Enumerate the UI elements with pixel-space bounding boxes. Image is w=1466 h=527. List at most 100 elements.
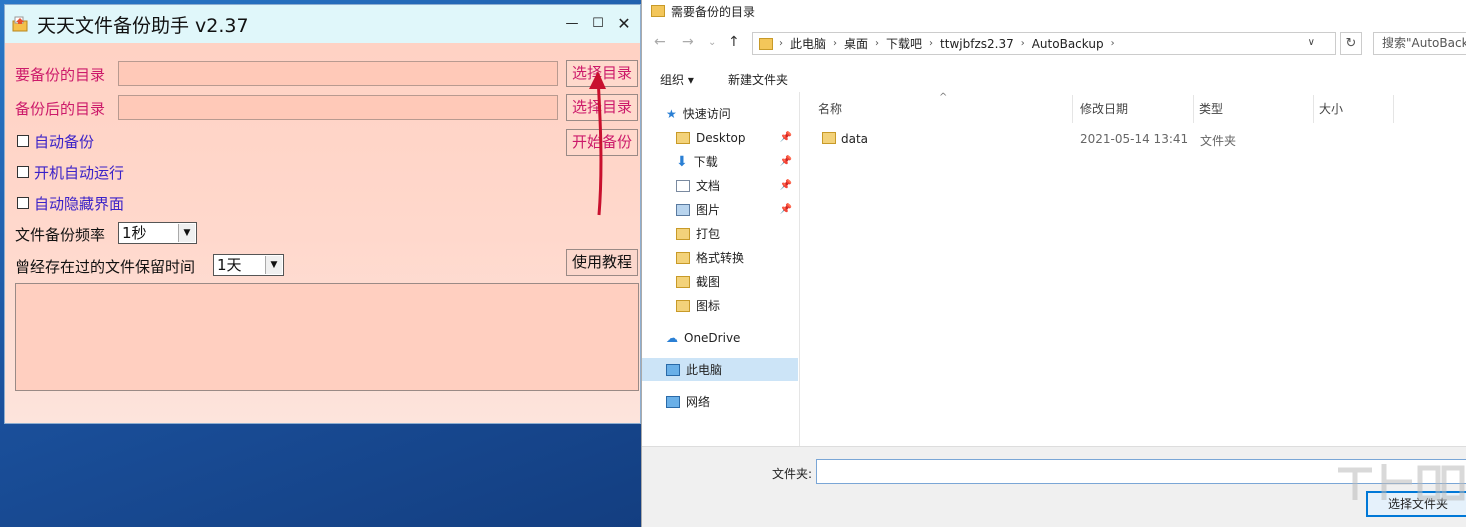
folder-name-input[interactable] (816, 459, 1466, 484)
sort-up-icon: ^ (939, 92, 948, 103)
choose-target-dir-button[interactable]: 选择目录 (566, 94, 638, 121)
nav-quick-access[interactable]: ★ 快速访问 (642, 102, 798, 125)
breadcrumb-ttwjbfzs[interactable]: ttwjbfzs2.37 (940, 37, 1014, 51)
column-divider (1313, 95, 1314, 123)
folder-icon (676, 227, 690, 240)
address-bar[interactable]: › 此电脑 › 桌面 › 下载吧 › ttwjbfzs2.37 › AutoBa… (752, 32, 1336, 55)
nav-network[interactable]: 网络 (642, 390, 798, 413)
dialog-titlebar: 需要备份的目录 (642, 0, 1466, 22)
source-dir-label: 要备份的目录 (15, 66, 106, 84)
breadcrumb-this-pc[interactable]: 此电脑 (790, 35, 826, 52)
retention-value: 1天 (217, 256, 242, 274)
auto-start-label: 开机自动运行 (34, 164, 125, 182)
select-folder-button[interactable]: 选择文件夹 (1366, 491, 1466, 517)
dialog-footer: 文件夹: 选择文件夹 (642, 446, 1466, 527)
nav-downloads[interactable]: ⬇ 下载 📌 (642, 150, 798, 173)
computer-icon (666, 363, 680, 376)
auto-start-checkbox[interactable] (17, 166, 29, 178)
folder-icon (759, 37, 773, 50)
chevron-right-icon: › (1110, 38, 1115, 49)
maximize-button[interactable]: ☐ (587, 15, 609, 33)
folder-icon (676, 131, 690, 144)
app-window: 天天文件备份助手 v2.37 — ☐ ✕ 要备份的目录 选择目录 备份后的目录 … (4, 4, 641, 424)
folder-picker-dialog: 需要备份的目录 ← → ⌄ ↑ › 此电脑 › 桌面 › 下载吧 › ttwjb… (641, 0, 1466, 527)
file-row[interactable]: data 2021-05-14 13:41 文件夹 (811, 130, 1411, 150)
folder-icon (822, 132, 836, 144)
pin-icon: 📌 (779, 180, 792, 191)
nav-documents[interactable]: 文档 📌 (642, 174, 798, 197)
folder-icon (676, 299, 690, 312)
column-divider (1072, 95, 1073, 123)
refresh-icon[interactable]: ↻ (1340, 32, 1362, 55)
network-icon (666, 395, 680, 408)
app-title: 天天文件备份助手 v2.37 (37, 14, 249, 37)
file-name: data (841, 132, 869, 146)
star-icon: ★ (666, 106, 677, 121)
minimize-button[interactable]: — (561, 15, 583, 33)
column-divider (1193, 95, 1194, 123)
chevron-down-icon: ▼ (178, 224, 195, 242)
start-backup-button[interactable]: 开始备份 (566, 129, 638, 156)
nav-icons[interactable]: 图标 (642, 294, 798, 317)
frequency-value: 1秒 (122, 224, 147, 242)
column-header-size[interactable]: 大小 (1319, 100, 1343, 117)
folder-icon (651, 5, 665, 17)
file-type: 文件夹 (1200, 134, 1237, 148)
organize-menu[interactable]: 组织 ▾ (660, 71, 694, 88)
new-folder-button[interactable]: 新建文件夹 (728, 71, 788, 88)
folder-icon (676, 275, 690, 288)
close-button[interactable]: ✕ (613, 15, 635, 33)
pin-icon: 📌 (779, 156, 792, 167)
retention-select[interactable]: 1天 ▼ (213, 254, 284, 276)
download-arrow-icon: ⬇ (676, 153, 688, 170)
chevron-right-icon: › (779, 38, 783, 49)
target-dir-input[interactable] (118, 95, 558, 120)
command-bar: 组织 ▾ 新建文件夹 (642, 64, 1466, 92)
file-modified: 2021-05-14 13:41 (1080, 132, 1189, 146)
breadcrumb-download[interactable]: 下载吧 (886, 35, 922, 52)
breadcrumb-autobackup[interactable]: AutoBackup (1032, 37, 1104, 51)
nav-this-pc[interactable]: 此电脑 (642, 358, 798, 381)
nav-screenshots[interactable]: 截图 (642, 270, 798, 293)
column-divider (1393, 95, 1394, 123)
source-dir-input[interactable] (118, 61, 558, 86)
file-list: ^ 名称 修改日期 类型 大小 data 2021-05-14 13:41 文件… (801, 92, 1466, 446)
dialog-title: 需要备份的目录 (671, 4, 756, 19)
log-textarea[interactable] (15, 283, 639, 391)
chevron-right-icon: › (1020, 38, 1025, 49)
document-icon (676, 179, 690, 192)
column-header-type[interactable]: 类型 (1199, 100, 1223, 117)
forward-arrow-icon[interactable]: → (682, 34, 694, 50)
chevron-right-icon: › (875, 38, 880, 49)
frequency-label: 文件备份频率 (15, 226, 106, 244)
pin-icon: 📌 (779, 132, 792, 143)
dialog-navbar: ← → ⌄ ↑ › 此电脑 › 桌面 › 下载吧 › ttwjbfzs2.37 … (642, 30, 1466, 56)
column-header-name[interactable]: 名称 (818, 100, 842, 117)
cloud-icon: ☁ (666, 330, 678, 345)
auto-hide-checkbox[interactable] (17, 197, 29, 209)
choose-source-dir-button[interactable]: 选择目录 (566, 60, 638, 87)
address-dropdown-icon[interactable]: ∨ (1308, 37, 1315, 48)
search-input[interactable]: 搜索"AutoBackup" (1373, 32, 1466, 55)
recent-dropdown-icon[interactable]: ⌄ (708, 37, 716, 48)
pin-icon: 📌 (779, 204, 792, 215)
app-body: 要备份的目录 选择目录 备份后的目录 选择目录 自动备份 开始备份 开机自动运行… (5, 43, 640, 423)
chevron-down-icon: ▼ (265, 256, 282, 274)
tutorial-button[interactable]: 使用教程 (566, 249, 638, 276)
column-header-modified[interactable]: 修改日期 (1080, 100, 1128, 117)
back-arrow-icon[interactable]: ← (654, 34, 666, 50)
auto-hide-label: 自动隐藏界面 (34, 195, 125, 213)
target-dir-label: 备份后的目录 (15, 100, 106, 118)
nav-pictures[interactable]: 图片 📌 (642, 198, 798, 221)
nav-pack[interactable]: 打包 (642, 222, 798, 245)
frequency-select[interactable]: 1秒 ▼ (118, 222, 197, 244)
nav-desktop[interactable]: Desktop 📌 (642, 126, 798, 149)
nav-onedrive[interactable]: ☁ OneDrive (642, 326, 798, 349)
auto-backup-checkbox[interactable] (17, 135, 29, 147)
retention-label: 曾经存在过的文件保留时间 (15, 258, 196, 276)
up-arrow-icon[interactable]: ↑ (728, 34, 740, 50)
app-titlebar[interactable]: 天天文件备份助手 v2.37 — ☐ ✕ (5, 5, 640, 43)
nav-format[interactable]: 格式转换 (642, 246, 798, 269)
picture-icon (676, 203, 690, 216)
breadcrumb-desktop[interactable]: 桌面 (844, 35, 868, 52)
